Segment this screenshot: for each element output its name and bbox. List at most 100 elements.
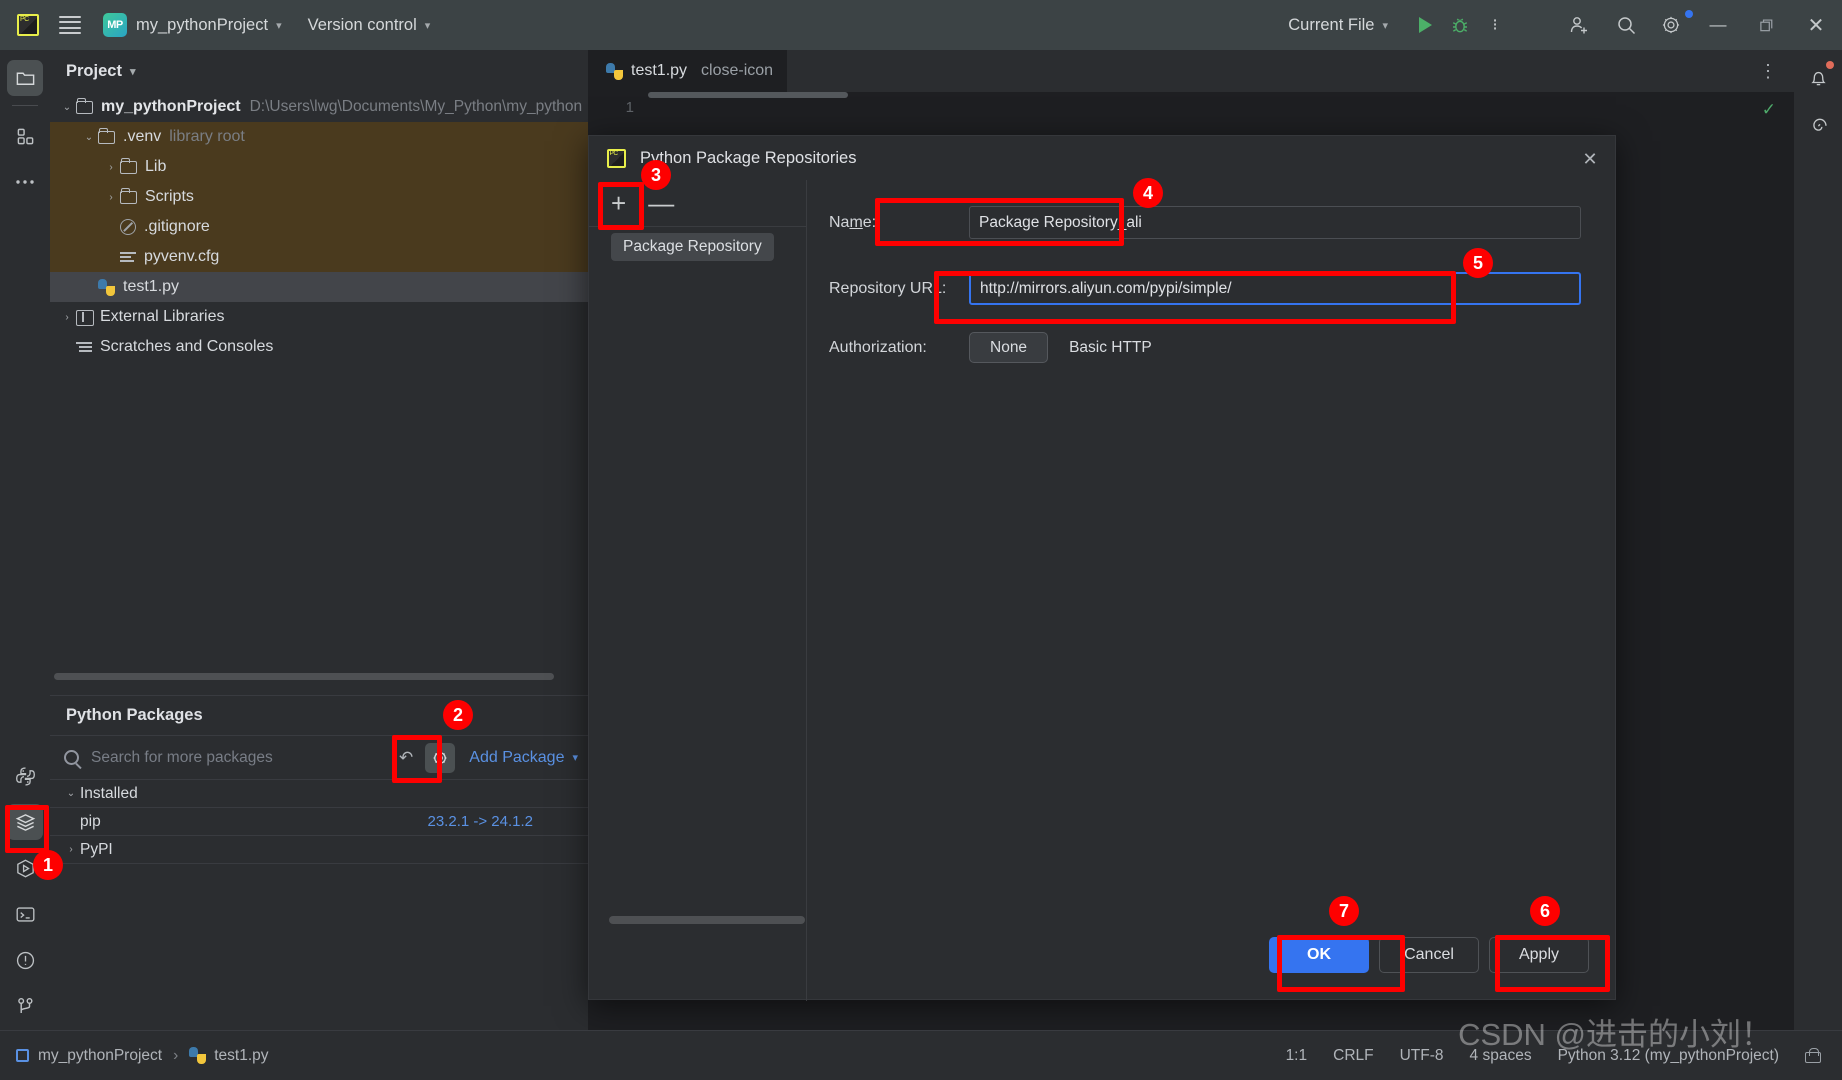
authorization-label: Authorization:: [829, 338, 927, 356]
expand-arrow-icon[interactable]: ›: [102, 162, 120, 173]
editor-hscrollbar[interactable]: [648, 92, 848, 98]
right-tool-rail: [1794, 50, 1842, 1030]
sidebar-item-terminal[interactable]: [7, 896, 43, 932]
package-row-installed[interactable]: ⌄ Installed: [50, 780, 588, 808]
ok-button[interactable]: OK: [1269, 937, 1369, 973]
line-separator[interactable]: CRLF: [1333, 1047, 1373, 1065]
tree-item-label: test1.py: [123, 278, 180, 295]
main-menu-icon[interactable]: [59, 12, 81, 38]
sidebar-item-notifications[interactable]: [1800, 60, 1836, 96]
package-row-pip[interactable]: pip 23.2.1 -> 24.1.2: [50, 808, 588, 836]
package-name: Installed: [80, 784, 138, 802]
tab-test1-py[interactable]: test1.py close-icon: [588, 50, 788, 92]
tree-item-lib[interactable]: › Lib: [50, 152, 588, 182]
debug-icon[interactable]: [1442, 8, 1478, 42]
project-selector[interactable]: MP my_pythonProject ▾: [103, 13, 282, 37]
add-repository-button[interactable]: +: [611, 190, 626, 216]
sidebar-item-python-console[interactable]: [7, 758, 43, 794]
project-tree: ⌄ my_pythonProject D:\Users\lwg\Documents\…: [50, 92, 588, 362]
repository-url-row: Repository URL:: [808, 272, 1615, 305]
cancel-button[interactable]: Cancel: [1379, 937, 1479, 973]
tree-item-pyvenv-cfg[interactable]: pyvenv.cfg: [50, 242, 588, 272]
lock-icon[interactable]: [1805, 1048, 1821, 1063]
project-name-label: my_pythonProject: [136, 15, 269, 34]
tree-item-gitignore[interactable]: .gitignore: [50, 212, 588, 242]
project-panel-header[interactable]: Project ▾: [50, 50, 588, 92]
sidebar-item-more[interactable]: [7, 164, 43, 200]
version-control-menu[interactable]: Version control ▾: [308, 16, 431, 35]
editor-options-icon[interactable]: ⋮: [1759, 61, 1778, 82]
repository-name-field[interactable]: [969, 206, 1581, 239]
apply-button[interactable]: Apply: [1489, 937, 1589, 973]
search-input[interactable]: Search for more packages: [91, 749, 399, 767]
folder-icon: [120, 187, 137, 204]
remove-repository-button[interactable]: —: [648, 190, 674, 216]
tree-item-venv[interactable]: ⌄ .venv library root: [50, 122, 588, 152]
tree-item-label: Scripts: [145, 188, 194, 205]
packages-list: ⌄ Installed pip 23.2.1 -> 24.1.2 › PyPI: [50, 780, 588, 864]
add-package-label: Add Package: [469, 748, 565, 766]
dialog-close-icon[interactable]: ✕: [1579, 148, 1601, 170]
tree-item-scripts[interactable]: › Scripts: [50, 182, 588, 212]
minimize-button[interactable]: —: [1694, 0, 1742, 50]
tree-item-external-libraries[interactable]: › External Libraries: [50, 302, 588, 332]
tree-item-test1-py[interactable]: test1.py: [50, 272, 588, 302]
breadcrumb-project[interactable]: my_pythonProject: [38, 1047, 162, 1065]
gitignore-icon: [120, 219, 136, 235]
project-badge: MP: [103, 13, 127, 37]
expand-arrow-icon[interactable]: ⌄: [80, 132, 98, 143]
sidebar-item-ai-assistant[interactable]: [1800, 106, 1836, 142]
run-configuration-selector[interactable]: Current File ▾: [1288, 16, 1388, 35]
gear-icon[interactable]: [1648, 8, 1694, 42]
close-button[interactable]: ✕: [1790, 0, 1842, 50]
folder-icon: [76, 97, 93, 114]
caret-position[interactable]: 1:1: [1286, 1047, 1308, 1065]
packages-settings-gear-button[interactable]: [425, 742, 456, 773]
breadcrumb-file[interactable]: test1.py: [214, 1047, 268, 1065]
python-packages-tool-window: Python Packages Search for more packages…: [50, 695, 588, 1030]
pycharm-icon: [607, 148, 626, 168]
expand-arrow-icon[interactable]: ⌄: [62, 788, 80, 799]
search-icon[interactable]: [1604, 8, 1648, 42]
annotation-number-6: 6: [1530, 896, 1560, 926]
sidebar-item-python-packages[interactable]: [7, 804, 43, 840]
project-tree-hscrollbar[interactable]: [50, 673, 588, 683]
python-interpreter[interactable]: Python 3.12 (my_pythonProject): [1558, 1047, 1779, 1065]
tree-item-scratches-and-consoles[interactable]: Scratches and Consoles: [50, 332, 588, 362]
breadcrumb-separator: ›: [173, 1046, 179, 1064]
rail-divider: [12, 105, 38, 106]
package-row-pypi[interactable]: › PyPI: [50, 836, 588, 864]
sidebar-item-version-control[interactable]: [7, 988, 43, 1024]
sidebar-item-problems[interactable]: [7, 942, 43, 978]
sidebar-item-project[interactable]: [7, 60, 43, 96]
tree-item-my-pythonproject[interactable]: ⌄ my_pythonProject D:\Users\lwg\Documents\…: [50, 92, 588, 122]
checkmark-icon[interactable]: ✓: [1762, 100, 1776, 120]
expand-arrow-icon[interactable]: ⌄: [58, 102, 76, 113]
run-icon[interactable]: [1408, 8, 1442, 42]
expand-arrow-icon[interactable]: ›: [102, 192, 120, 203]
repository-name-label: Name:: [829, 213, 877, 231]
expand-arrow-icon[interactable]: ›: [58, 312, 76, 323]
add-package-button[interactable]: Add Package ▾: [469, 749, 578, 767]
authorization-option-basic-http[interactable]: Basic HTTP: [1048, 332, 1173, 363]
authorization-row: Authorization: None Basic HTTP: [808, 332, 1615, 363]
more-vertical-icon[interactable]: · · ·: [1478, 8, 1512, 42]
python-file-icon: [98, 278, 115, 296]
add-user-icon[interactable]: [1554, 8, 1604, 42]
scratches-icon: [76, 340, 92, 355]
close-icon[interactable]: close-icon: [701, 62, 773, 80]
tree-item-label: Scratches and Consoles: [100, 338, 274, 355]
indent-setting[interactable]: 4 spaces: [1470, 1047, 1532, 1065]
expand-arrow-icon[interactable]: ›: [62, 844, 80, 855]
refresh-icon[interactable]: ↶: [399, 748, 413, 768]
annotation-number-4: 4: [1133, 178, 1163, 208]
file-encoding[interactable]: UTF-8: [1400, 1047, 1444, 1065]
authorization-option-none[interactable]: None: [969, 332, 1049, 363]
repository-list-hscrollbar[interactable]: [609, 916, 805, 926]
maximize-button[interactable]: [1742, 0, 1790, 50]
sidebar-item-commit[interactable]: [7, 118, 43, 154]
tree-item-label: my_pythonProject: [101, 98, 241, 115]
list-item-package-repository[interactable]: Package Repository: [611, 233, 774, 261]
main-toolbar: MP my_pythonProject ▾ Version control ▾ …: [0, 0, 1842, 50]
repository-url-field[interactable]: [969, 272, 1581, 305]
